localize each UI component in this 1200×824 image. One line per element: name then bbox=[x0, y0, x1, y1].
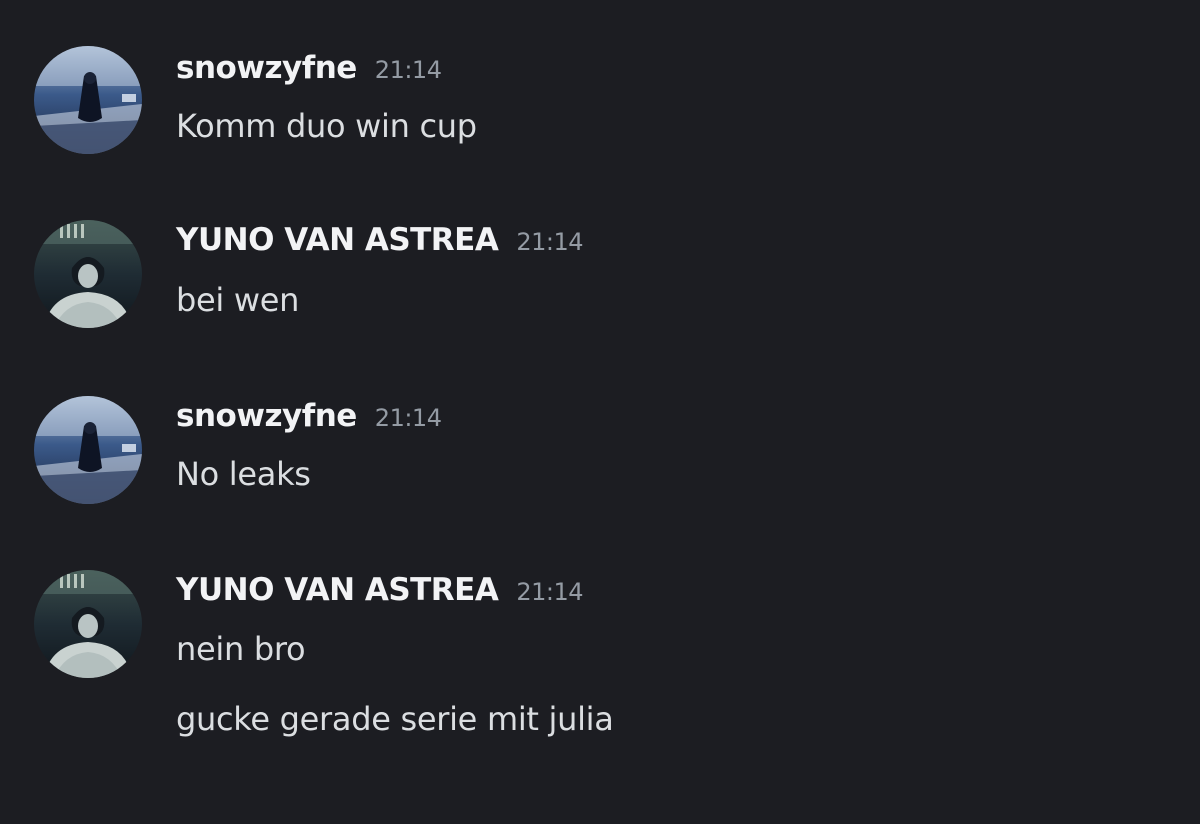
message-timestamp: 21:14 bbox=[516, 578, 584, 606]
message-timestamp: 21:14 bbox=[374, 56, 442, 84]
user-avatar[interactable] bbox=[34, 570, 142, 678]
anime-character-avatar-image bbox=[34, 570, 142, 678]
anime-character-avatar-image bbox=[34, 220, 142, 328]
message-author[interactable]: snowzyfne bbox=[176, 50, 357, 86]
message-author[interactable]: YUNO VAN ASTREA bbox=[176, 572, 499, 608]
message-content: bei wen bbox=[176, 281, 300, 319]
cloaked-figure-avatar-image bbox=[34, 46, 142, 154]
message-content: nein bro bbox=[176, 630, 306, 668]
message-content: No leaks bbox=[176, 455, 311, 493]
user-avatar[interactable] bbox=[34, 220, 142, 328]
message-timestamp: 21:14 bbox=[374, 404, 442, 432]
message-author[interactable]: snowzyfne bbox=[176, 398, 357, 434]
user-avatar[interactable] bbox=[34, 46, 142, 154]
user-avatar[interactable] bbox=[34, 396, 142, 504]
message-timestamp: 21:14 bbox=[516, 228, 584, 256]
message-author[interactable]: YUNO VAN ASTREA bbox=[176, 222, 499, 258]
message-content: Komm duo win cup bbox=[176, 107, 477, 145]
message-content: gucke gerade serie mit julia bbox=[176, 700, 614, 738]
cloaked-figure-avatar-image bbox=[34, 396, 142, 504]
